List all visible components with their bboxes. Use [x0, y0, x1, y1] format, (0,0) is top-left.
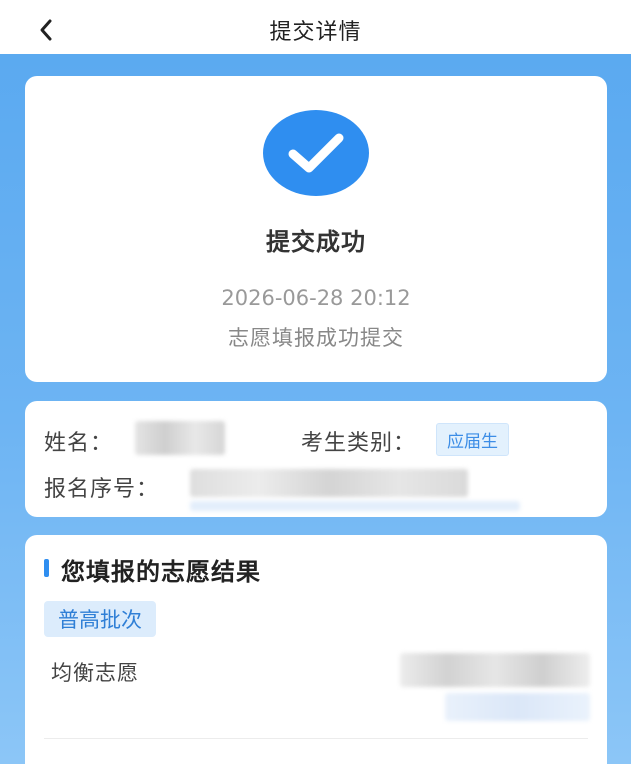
category-label: 考生类别：	[301, 431, 417, 456]
divider	[44, 738, 588, 739]
submit-time: 2026-06-28 20:12	[221, 286, 411, 310]
check-circle-icon	[263, 110, 369, 196]
section-title: 您填报的志愿结果	[61, 558, 261, 586]
reg-no-label: 报名序号：	[44, 477, 160, 502]
student-info-card: 姓名： 考生类别： 应届生 报名序号：	[25, 401, 607, 517]
reg-no-value-redacted	[190, 469, 468, 497]
success-title: 提交成功	[266, 228, 366, 256]
page-title: 提交详情	[269, 20, 362, 45]
top-nav-bar: 提交详情	[0, 0, 631, 54]
school-code-redacted	[445, 693, 590, 721]
reg-no-underline-redacted	[190, 501, 520, 511]
wish-result-card: 您填报的志愿结果 普高批次 均衡志愿	[25, 535, 607, 764]
name-value-redacted	[135, 421, 225, 455]
section-accent-bar	[44, 559, 49, 577]
school-name-redacted	[400, 653, 590, 687]
batch-tag: 普高批次	[44, 601, 156, 637]
wish-type-label: 均衡志愿	[51, 661, 139, 685]
success-message: 志愿填报成功提交	[228, 326, 404, 350]
name-label: 姓名：	[44, 431, 114, 456]
submit-result-card: 提交成功 2026-06-28 20:12 志愿填报成功提交	[25, 76, 607, 382]
category-badge: 应届生	[436, 423, 509, 456]
